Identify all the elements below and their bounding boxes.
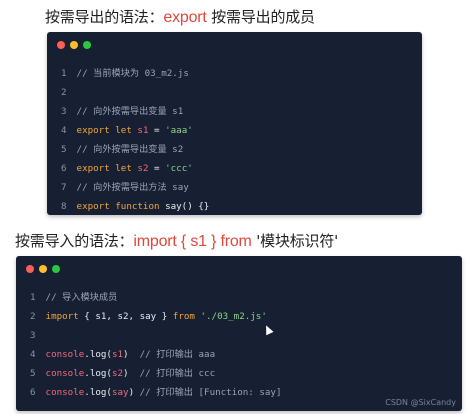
- mouse-cursor-icon: [262, 323, 274, 336]
- code-block-import: 1 // 导入模块成员 2 import { s1, s2, say } fro…: [30, 291, 282, 398]
- window-controls: [26, 265, 60, 273]
- code-line: 8 export function say() {}: [61, 201, 210, 212]
- code-line: 1 // 导入模块成员: [30, 292, 118, 303]
- code-window-export: 1 // 当前模块为 03_m2.js 2 3 // 向外按需导出变量 s1 4…: [47, 32, 422, 215]
- minimize-dot-icon: [70, 41, 78, 49]
- heading-keyword-import: import: [133, 233, 177, 250]
- heading-prefix: 按需导入的语法：: [15, 232, 134, 250]
- heading-export-syntax: 按需导出的语法：export 按需导出的成员: [45, 6, 315, 27]
- close-dot-icon: [26, 265, 34, 273]
- heading-keyword-from: from: [220, 233, 252, 250]
- code-line: 5 console.log(s2) // 打印输出 ccc: [30, 368, 216, 379]
- heading-brace-close: }: [206, 233, 221, 250]
- code-line: 5 // 向外按需导出变量 s2: [61, 144, 184, 155]
- code-line: 1 // 当前模块为 03_m2.js: [61, 68, 189, 79]
- code-block-export: 1 // 当前模块为 03_m2.js 2 3 // 向外按需导出变量 s1 4…: [61, 67, 209, 212]
- code-line: 6 export let s2 = 'ccc': [61, 163, 193, 174]
- heading-member: s1: [190, 233, 207, 250]
- heading-prefix: 按需导出的语法：: [45, 8, 164, 26]
- heading-brace-open: {: [176, 233, 191, 250]
- code-line: 2 import { s1, s2, say } from './03_m2.j…: [30, 311, 267, 322]
- maximize-dot-icon: [83, 41, 91, 49]
- code-line: 7 // 向外按需导出方法 say: [61, 182, 189, 193]
- window-controls: [57, 41, 91, 49]
- minimize-dot-icon: [39, 265, 47, 273]
- watermark: CSDN @SixCandy: [385, 398, 456, 407]
- heading-import-syntax: 按需导入的语法：import { s1 } from '模块标识符': [15, 230, 338, 251]
- code-line: 3: [30, 330, 36, 341]
- heading-suffix: 按需导出的成员: [206, 8, 315, 26]
- code-line: 4 console.log(s1) // 打印输出 aaa: [30, 349, 216, 360]
- code-line: 3 // 向外按需导出变量 s1: [61, 106, 184, 117]
- maximize-dot-icon: [52, 265, 60, 273]
- code-line: 6 console.log(say) // 打印输出 [Function: sa…: [30, 387, 282, 398]
- heading-module: '模块标识符': [251, 232, 339, 250]
- code-line: 4 export let s1 = 'aaa': [61, 125, 193, 136]
- close-dot-icon: [57, 41, 65, 49]
- code-line: 2: [61, 87, 67, 98]
- heading-keyword-export: export: [163, 9, 207, 26]
- code-window-import: 1 // 导入模块成员 2 import { s1, s2, say } fro…: [16, 256, 462, 411]
